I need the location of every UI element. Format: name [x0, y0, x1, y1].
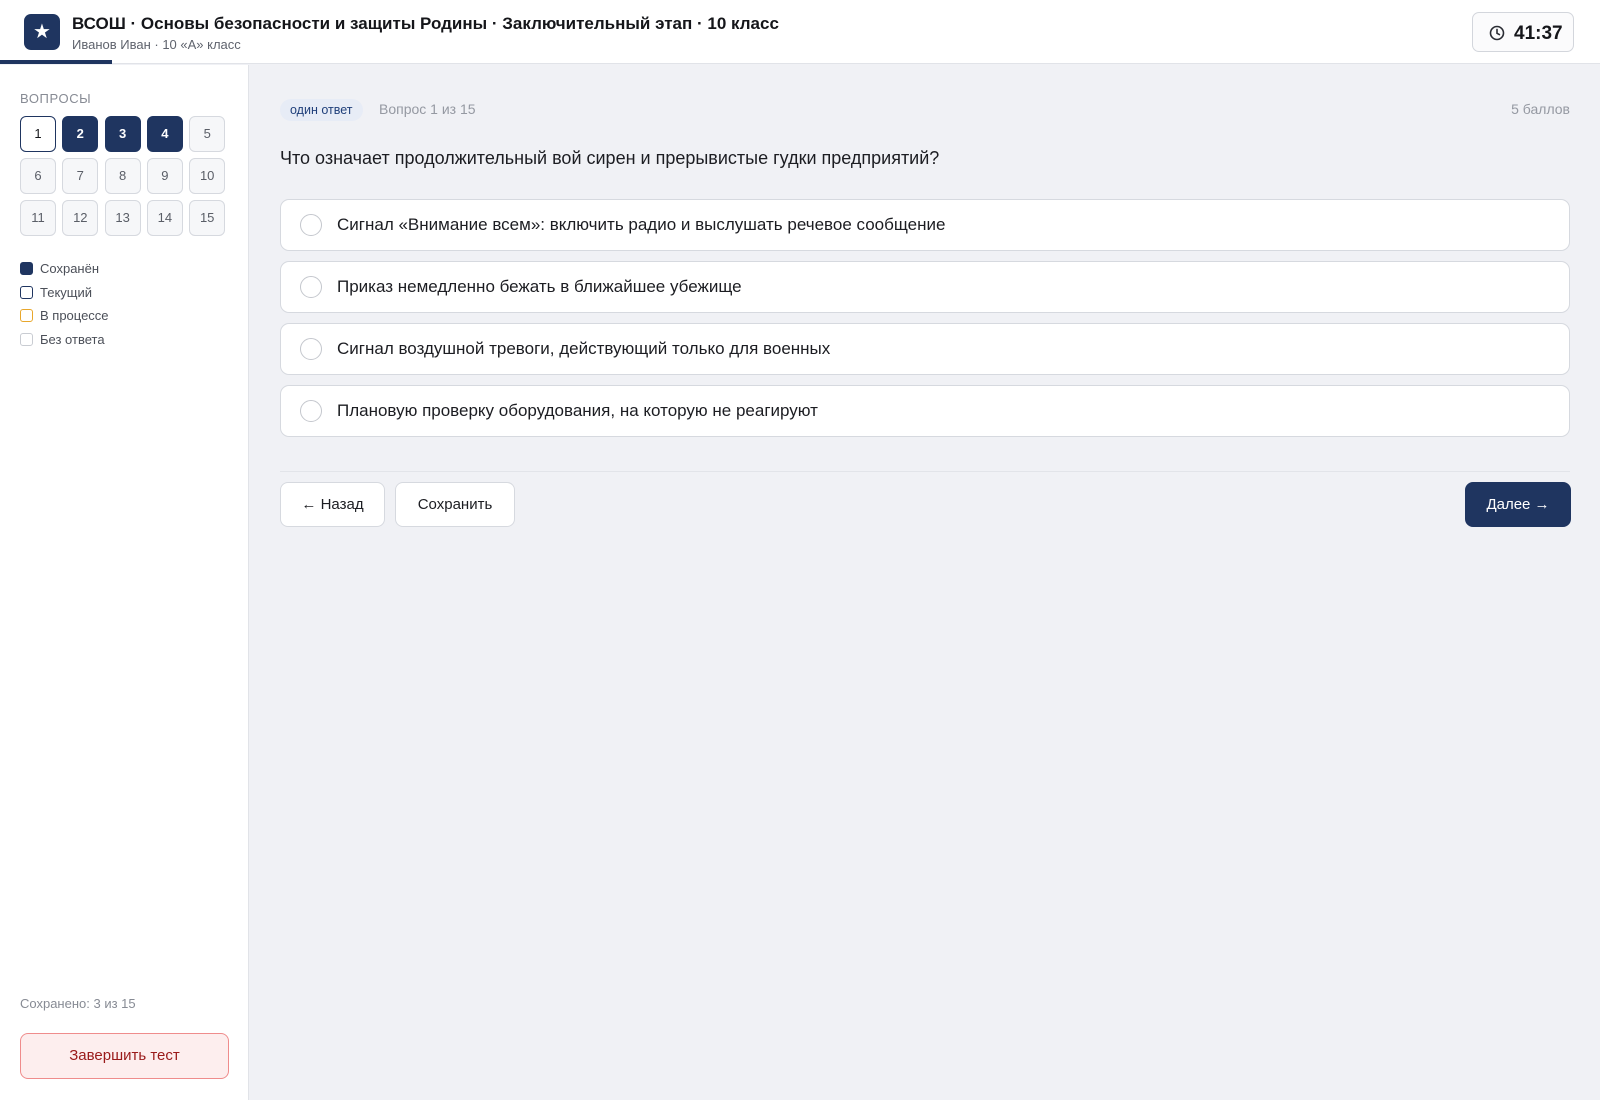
- legend-label: В процессе: [40, 308, 109, 323]
- saved-count: Сохранено: 3 из 15: [20, 996, 136, 1011]
- clock-icon: [1489, 25, 1505, 41]
- question-nav-button[interactable]: 1: [20, 116, 56, 152]
- progress-fill: [0, 60, 112, 64]
- radio-button[interactable]: [300, 400, 322, 422]
- answer-option[interactable]: Сигнал «Внимание всем»: включить радио и…: [280, 199, 1570, 251]
- timer-value: 41:37: [1514, 23, 1563, 44]
- back-button[interactable]: ← Назад: [280, 482, 385, 527]
- question-nav-button[interactable]: 5: [189, 116, 226, 152]
- radio-button[interactable]: [300, 338, 322, 360]
- next-button[interactable]: Далее →: [1465, 482, 1571, 527]
- legend-label: Без ответа: [40, 331, 105, 347]
- answer-option[interactable]: Плановую проверку оборудования, на котор…: [280, 385, 1570, 437]
- legend-swatch: [20, 285, 33, 299]
- legend-swatch: [20, 309, 33, 322]
- question-nav-button[interactable]: 2: [62, 116, 99, 152]
- answer-option[interactable]: Приказ немедленно бежать в ближайшее убе…: [280, 261, 1570, 313]
- question-nav-button[interactable]: 13: [104, 200, 141, 236]
- question-nav-button[interactable]: 11: [20, 200, 56, 236]
- student-info: Иванов Иван · 10 «А» класс: [72, 37, 241, 52]
- radio-button[interactable]: [300, 214, 322, 236]
- progress-bar: [0, 60, 1600, 64]
- question-nav-button[interactable]: 14: [146, 200, 183, 236]
- answer-option[interactable]: Сигнал воздушной тревоги, действующий то…: [280, 323, 1570, 375]
- question-nav-button[interactable]: 4: [146, 116, 183, 152]
- questions-heading: ВОПРОСЫ: [20, 91, 92, 106]
- question-number: Вопрос 1 из 15: [379, 101, 476, 117]
- question-nav-button[interactable]: 12: [62, 200, 99, 236]
- question-nav-button[interactable]: 15: [189, 200, 226, 236]
- question-text: Что означает продолжительный вой сирен и…: [280, 148, 940, 168]
- answer-option-label: Плановую проверку оборудования, на котор…: [337, 401, 818, 420]
- legend-swatch: [20, 332, 33, 346]
- test-title: ВСОШ · Основы безопасности и защиты Роди…: [72, 14, 779, 33]
- legend-swatch: [20, 262, 33, 275]
- question-nav-button[interactable]: 7: [62, 158, 99, 194]
- answer-type-badge: один ответ: [280, 99, 363, 121]
- star-icon: ★: [24, 14, 60, 50]
- question-nav-button[interactable]: 8: [104, 158, 141, 194]
- top-header: ★ ВСОШ · Основы безопасности и защиты Ро…: [0, 0, 1600, 64]
- question-nav-button[interactable]: 3: [104, 116, 141, 152]
- legend-label: Сохранён: [40, 261, 100, 276]
- legend-label: Текущий: [40, 284, 92, 300]
- answer-option-label: Приказ немедленно бежать в ближайшее убе…: [337, 277, 742, 296]
- main-content: один ответ Вопрос 1 из 15 5 баллов Что о…: [250, 65, 1600, 1100]
- finish-test-button[interactable]: Завершить тест: [20, 1033, 229, 1079]
- divider: [280, 471, 1570, 472]
- sidebar: ВОПРОСЫ 1 2 3 4 5 6 7 8 9 10 11 12 13 14 15 Сохранён Те…: [0, 65, 249, 1100]
- question-nav-button[interactable]: 10: [189, 158, 226, 194]
- timer: 41:37: [1472, 12, 1574, 52]
- radio-button[interactable]: [300, 276, 322, 298]
- answer-option-label: Сигнал воздушной тревоги, действующий то…: [337, 339, 831, 358]
- question-nav-button[interactable]: 6: [20, 158, 56, 194]
- answer-option-label: Сигнал «Внимание всем»: включить радио и…: [337, 215, 946, 234]
- question-points: 5 баллов: [1511, 101, 1570, 117]
- question-nav-button[interactable]: 9: [146, 158, 183, 194]
- save-button[interactable]: Сохранить: [395, 482, 515, 527]
